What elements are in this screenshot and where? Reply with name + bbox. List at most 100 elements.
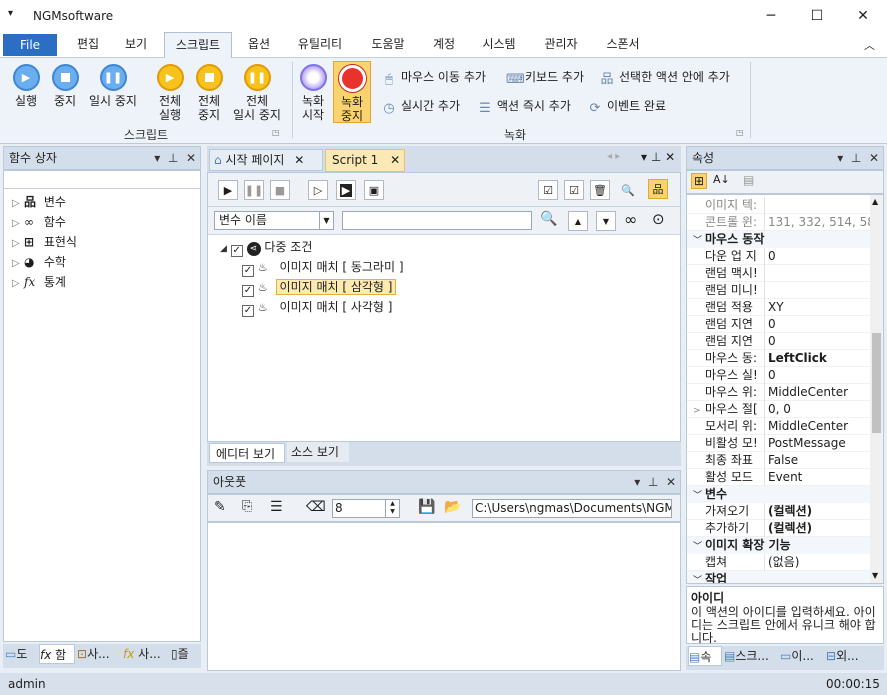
property-value[interactable]: 0, 0 <box>765 401 791 418</box>
tree-node-root[interactable]: ◢ ✓ ⋖ 다중 조건 <box>220 237 404 257</box>
tab-script-1[interactable]: Script 1 ✕ <box>325 149 405 172</box>
panel-controls[interactable]: ▾ ⊥ ✕ <box>837 147 879 169</box>
checkbox[interactable]: ✓ <box>230 245 243 257</box>
move-up-icon[interactable]: ▲ <box>568 211 588 231</box>
property-row[interactable]: 추가하기 (컬렉션) <box>687 520 870 537</box>
property-category[interactable]: ﹀ 작업 <box>687 571 870 583</box>
menu-sponsor[interactable]: 스폰서 <box>596 32 650 58</box>
property-row[interactable]: 활성 모드 Event <box>687 469 870 486</box>
record-stop-button[interactable]: 녹화 중지 <box>333 61 371 123</box>
property-value[interactable]: XY <box>765 299 784 316</box>
property-row[interactable]: 비활성 모! PostMessage <box>687 435 870 452</box>
check-icon[interactable]: ☑ <box>564 180 584 200</box>
scrollbar-thumb[interactable] <box>872 333 881 433</box>
property-value[interactable]: False <box>765 452 798 469</box>
scrollbar[interactable]: ▲ ▼ <box>870 195 883 583</box>
property-row[interactable]: 콘트롤 윈: 131, 332, 514, 581 <box>687 214 883 231</box>
property-row[interactable]: 마우스 실! 0 <box>687 367 870 384</box>
save-icon[interactable]: 💾 <box>418 499 435 515</box>
run-to-icon[interactable]: ▶ <box>336 180 356 200</box>
tab-start-page[interactable]: ⌂ 시작 페이지 ✕ <box>209 149 323 171</box>
menu-help[interactable]: 도움말 <box>360 32 416 58</box>
tab-image[interactable]: ▭이... <box>780 646 824 666</box>
list-icon[interactable]: ☰ <box>270 499 283 515</box>
menu-view[interactable]: 보기 <box>112 32 160 58</box>
quick-access-icon[interactable]: ▾ <box>8 8 13 19</box>
tab-dock-3[interactable]: ⊡사... <box>77 644 121 664</box>
folder-icon[interactable]: 📂 <box>444 499 461 515</box>
panel-controls[interactable]: ▾ ⊥ ✕ <box>154 147 196 169</box>
tab-close-icon[interactable]: ✕ <box>390 153 400 167</box>
tree-item-expressions[interactable]: ▷ ⊞ 표현식 <box>12 232 77 252</box>
tree-item-math[interactable]: ▷ ◕ 수학 <box>12 252 77 272</box>
tab-editor-view[interactable]: 에디터 보기 <box>209 443 285 463</box>
clear-icon[interactable]: ✎ <box>214 499 226 515</box>
property-row[interactable]: 마우스 동: LeftClick <box>687 350 870 367</box>
variable-name-select[interactable]: 변수 이름 ▼ <box>214 211 334 230</box>
pause-button[interactable]: ❚❚ 일시 중지 <box>86 64 140 108</box>
add-action-now-button[interactable]: ☰ 액션 즉시 추가 <box>478 97 571 116</box>
menu-admin[interactable]: 관리자 <box>534 32 588 58</box>
function-search-input[interactable] <box>4 171 200 189</box>
pause-all-button[interactable]: ❚❚ 전체 일시 중지 <box>228 64 286 122</box>
tab-dock-5[interactable]: ▯즐 <box>171 644 201 664</box>
tab-dock-4[interactable]: fx 사... <box>123 644 169 664</box>
tab-source-view[interactable]: 소스 보기 <box>287 442 349 462</box>
tab-dock-1[interactable]: ▭도 <box>5 644 37 664</box>
property-row[interactable]: 모서리 위: MiddleCenter <box>687 418 870 435</box>
run-all-button[interactable]: ▶ 전체 실행 <box>150 64 190 122</box>
step-run-icon[interactable]: ▷ <box>308 180 328 200</box>
event-done-button[interactable]: ⟳ 이벤트 완료 <box>588 97 666 116</box>
tab-functions[interactable]: fx 함 <box>39 644 75 664</box>
property-value[interactable]: 0 <box>765 316 776 333</box>
tree-node-child[interactable]: ✓ ♨ 이미지 매치 [ 사각형 ] <box>242 297 404 317</box>
add-keyboard-button[interactable]: ⌨키보드 추가 <box>506 68 584 87</box>
property-row[interactable]: 랜덤 지연 0 <box>687 333 870 350</box>
dialog-launcher-icon[interactable]: ◳ <box>272 128 280 137</box>
property-row[interactable]: 마우스 위: MiddleCenter <box>687 384 870 401</box>
menu-file[interactable]: File <box>3 34 57 56</box>
property-value[interactable]: 0 <box>765 367 776 384</box>
menu-script[interactable]: 스크립트 <box>164 32 232 59</box>
run-button[interactable]: ▶ 실행 <box>6 64 46 108</box>
property-value[interactable]: PostMessage <box>765 435 846 452</box>
dialog-launcher-icon[interactable]: ◳ <box>736 128 744 137</box>
property-category[interactable]: ﹀ 마우스 동작 <box>687 231 870 248</box>
run-icon[interactable]: ▶ <box>218 180 238 200</box>
tree-item-functions[interactable]: ▷ ∞ 함수 <box>12 212 77 232</box>
run-selected-icon[interactable]: ▣ <box>364 180 384 200</box>
tree-node-child[interactable]: ✓ ♨ 이미지 매치 [ 삼각형 ] <box>242 277 404 297</box>
tab-scroll-icon[interactable]: ◂ ▸ <box>607 151 620 162</box>
tab-external[interactable]: ⊟외... <box>826 646 882 666</box>
checkbox[interactable]: ✓ <box>242 265 254 277</box>
menu-system[interactable]: 시스템 <box>472 32 526 58</box>
add-realtime-button[interactable]: ◷ 실시간 추가 <box>382 97 460 116</box>
property-value[interactable]: MiddleCenter <box>765 384 848 401</box>
line-count-stepper[interactable]: 8 ▲ ▼ <box>332 499 400 518</box>
property-value[interactable]: Event <box>765 469 802 486</box>
stop-all-button[interactable]: 전체 중지 <box>189 64 229 122</box>
infinity-icon[interactable]: ∞ <box>624 210 637 229</box>
move-down-icon[interactable]: ▼ <box>596 211 616 231</box>
maximize-button[interactable]: ☐ <box>794 0 840 32</box>
property-row[interactable]: 가져오기 (컬렉션) <box>687 503 870 520</box>
tree-node-child[interactable]: ✓ ♨ 이미지 매치 [ 동그라미 ] <box>242 257 404 277</box>
menu-options[interactable]: 옵션 <box>236 32 282 58</box>
property-value[interactable]: 0 <box>765 248 776 265</box>
tree-item-variables[interactable]: ▷ 品 변수 <box>12 192 77 212</box>
property-row[interactable]: 랜덤 지연 0 <box>687 316 870 333</box>
property-value[interactable]: LeftClick <box>765 350 827 367</box>
more-icon[interactable]: ⊙ <box>652 210 665 228</box>
property-row[interactable]: 이미지 텍: <box>687 197 870 214</box>
categorized-icon[interactable]: ⊞ <box>691 173 708 189</box>
tab-script[interactable]: ▤스크... <box>724 646 778 666</box>
add-in-selected-button[interactable]: 品 선택한 액션 안에 추가 <box>600 68 729 87</box>
property-value[interactable]: (컬렉션) <box>765 520 812 537</box>
panel-controls[interactable]: ▾ ⊥ ✕ <box>641 150 675 164</box>
stop-icon[interactable]: ■ <box>270 180 290 200</box>
property-category[interactable]: ﹀ 변수 <box>687 486 870 503</box>
record-start-button[interactable]: 녹화 시작 <box>297 64 329 122</box>
menu-edit[interactable]: 편집 <box>64 32 112 58</box>
pause-icon[interactable]: ❚❚ <box>244 180 264 200</box>
property-category[interactable]: ﹀ 이미지 확장 기능 <box>687 537 870 554</box>
